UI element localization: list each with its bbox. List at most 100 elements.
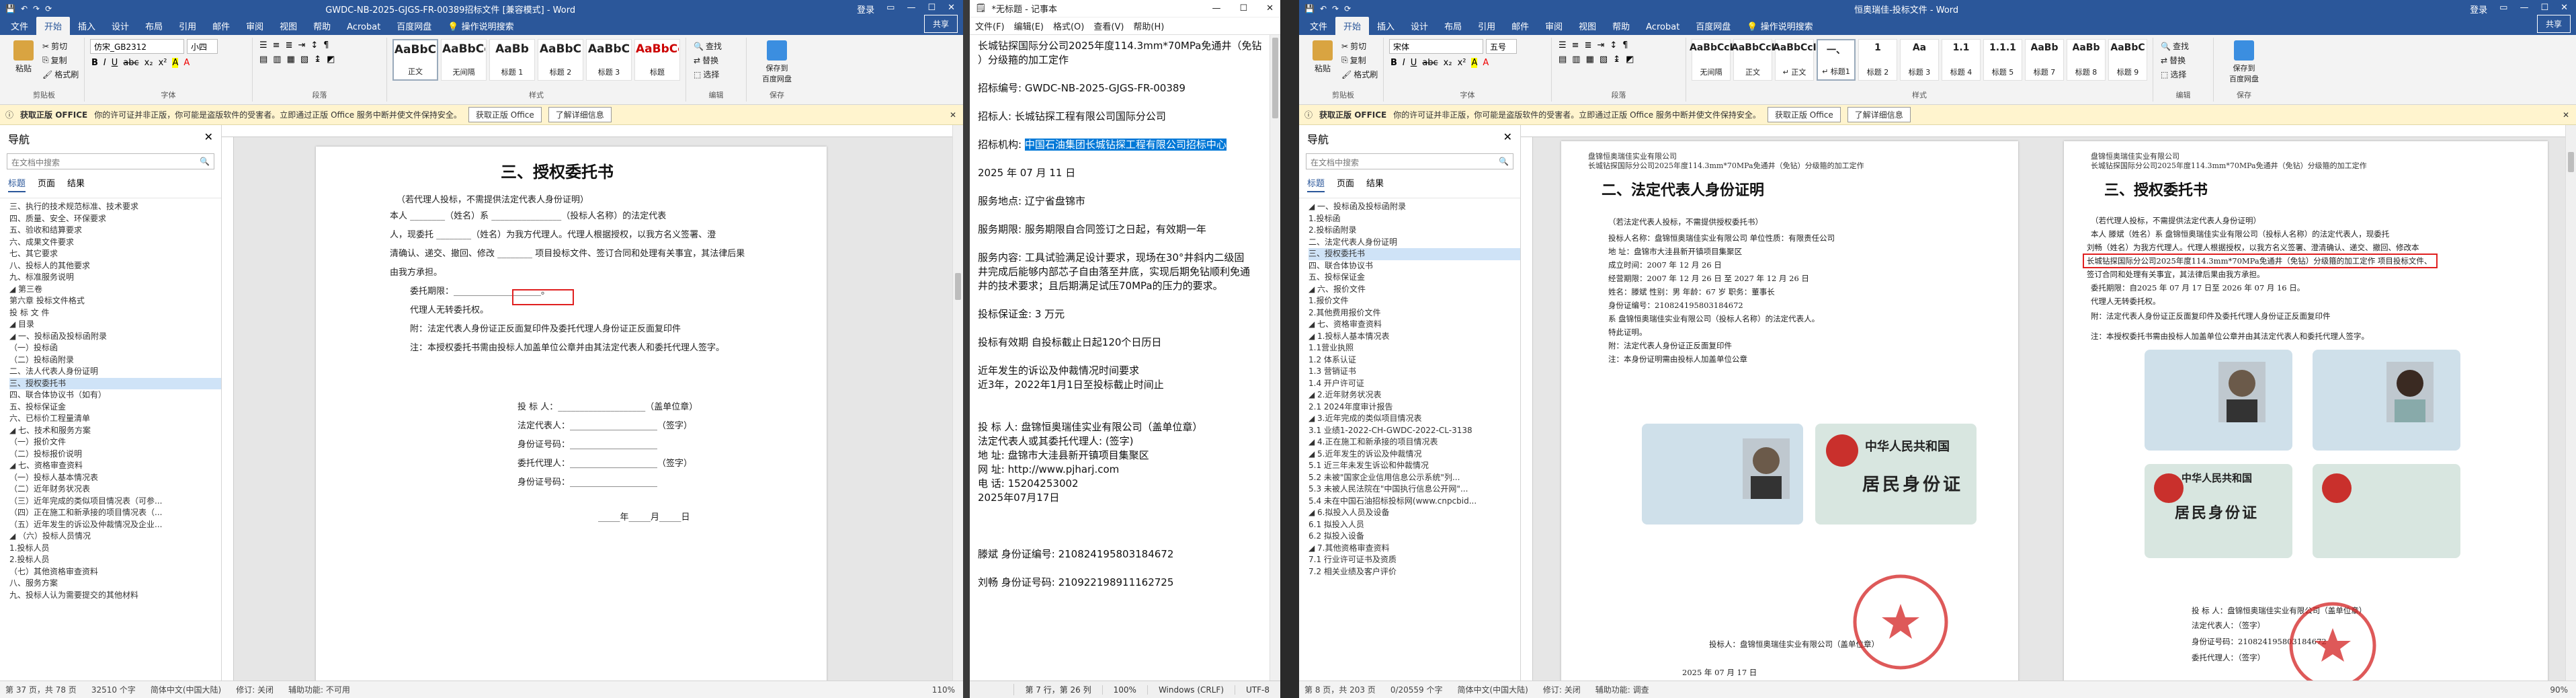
strikethrough-button[interactable]: abc [1422,58,1438,68]
redo-icon[interactable]: ↷ [1332,4,1339,13]
ribbon-display-icon[interactable]: ▭ [2499,3,2507,15]
nav-search-input[interactable]: 在文档中搜索 🔍 [7,153,214,169]
nav-heading-item[interactable]: 6.2 拟投入设备 [1308,531,1520,543]
nav-heading-item[interactable]: （三）近年完成的类似项目情况表（可参... [9,496,221,508]
page-count[interactable]: 第 37 页，共 78 页 [5,684,77,695]
font-size-box[interactable]: 小四 [187,39,218,54]
nav-heading-item[interactable]: ◢ 一、投标函及投标函附录 [9,331,221,343]
nav-heading-item[interactable]: ◢ 七、资格审查资料 [9,460,221,472]
tab-review[interactable]: 审阅 [1537,17,1571,35]
align-left-icon[interactable]: ▤ [259,54,267,65]
minimize-button[interactable]: — [1205,3,1227,13]
style-item[interactable]: 一、 ↵ 标题1 [1817,39,1856,81]
word-count[interactable]: 32510 个字 [91,684,136,695]
nav-heading-item[interactable]: 五、验收和结算要求 [9,225,221,237]
get-genuine-button[interactable]: 获取正版 Office [468,107,542,122]
redo-icon[interactable]: ↷ [33,4,40,13]
find-button[interactable]: 🔍 查找 [2159,39,2208,53]
subscript-button[interactable]: x₂ [144,58,153,68]
maximize-button[interactable]: ☐ [2540,3,2548,15]
style-item[interactable]: AaBbCcI 正文 [1731,39,1774,81]
nav-heading-item[interactable]: （一）投标函 [9,342,221,354]
nav-heading-item[interactable]: 3.1 业绩1-2022-CH-GWDC-2022-CL-3138 [1308,425,1520,437]
close-icon[interactable]: ✕ [1503,130,1512,147]
nav-heading-item[interactable]: （五）近年发生的诉讼及仲裁情况及企业... [9,519,221,531]
tab-home[interactable]: 开始 [1335,17,1370,35]
shading-icon[interactable]: ◩ [1626,54,1634,65]
nav-heading-item[interactable]: 八、投标人的其他要求 [9,260,221,272]
close-button[interactable]: ✕ [948,3,955,15]
close-icon[interactable]: ✕ [950,110,963,120]
tab-acrobat[interactable]: Acrobat [339,20,388,35]
line-spacing-icon[interactable]: ↨ [1613,54,1620,65]
nav-heading-item[interactable]: ◢ 一、投标函及投标函附录 [1308,201,1520,213]
nav-heading-item[interactable]: （四）正在施工和新承接的项目情况表（... [9,507,221,519]
nav-heading-item[interactable]: 1.投标人员 [9,543,221,555]
track-changes-status[interactable]: 修订: 关闭 [236,684,274,695]
align-right-icon[interactable]: ▦ [1586,54,1594,65]
share-button[interactable]: 共享 [923,15,958,33]
replace-button[interactable]: ⇄ 替换 [692,53,741,67]
cut-button[interactable]: ✂ 剪切 [1339,39,1380,53]
nav-tab-results[interactable]: 结果 [1366,176,1384,192]
tab-home[interactable]: 开始 [36,17,71,35]
nav-heading-item[interactable]: ◢ 2.近年财务状况表 [1308,389,1520,401]
vertical-scrollbar[interactable] [1270,35,1280,681]
learn-more-button[interactable]: 了解详细信息 [1847,107,1911,122]
justify-icon[interactable]: ▧ [1599,54,1608,65]
ribbon-display-icon[interactable]: ▭ [886,3,895,15]
nav-heading-item[interactable]: ◢ 7.其他资格审查资料 [1308,543,1520,555]
tell-me-search[interactable]: 💡 操作说明搜索 [1739,17,1821,35]
nav-heading-item[interactable]: 2.投标函附录 [1308,225,1520,237]
nav-heading-item[interactable]: ◢ 5.近年发生的诉讼及仲裁情况 [1308,449,1520,461]
sign-in-link[interactable]: 登录 [857,3,874,15]
nav-heading-item[interactable]: ◢ 第三卷 [9,284,221,296]
nav-heading-item[interactable]: 三、授权委托书 [9,377,221,389]
nav-heading-item[interactable]: 四、联合体协议书 [1308,260,1520,272]
nav-heading-item[interactable]: 六、成果文件要求 [9,237,221,249]
underline-button[interactable]: U [1411,58,1417,68]
nav-heading-item[interactable]: 2.其他费用报价文件 [1308,307,1520,319]
text-editor[interactable]: 长城钻探国际分公司2025年度114.3mm*70MPa免通井（免钻 ）分级箍的加… [970,35,1270,681]
menu-format[interactable]: 格式(O) [1053,20,1084,32]
replace-button[interactable]: ⇄ 替换 [2159,53,2208,67]
superscript-button[interactable]: x² [1458,58,1466,68]
word-count[interactable]: 0/20559 个字 [1390,684,1443,695]
nav-heading-item[interactable]: （二）近年财务状况表 [9,483,221,496]
style-item[interactable]: AaBbC 标题 9 [2108,39,2147,81]
nav-tab-pages[interactable]: 页面 [38,176,55,192]
menu-view[interactable]: 查看(V) [1093,20,1124,32]
nav-heading-item[interactable]: 1.报价文件 [1308,295,1520,307]
nav-heading-item[interactable]: 5.1 近三年未发生诉讼和仲裁情况 [1308,460,1520,472]
tab-design[interactable]: 设计 [103,17,137,35]
close-icon[interactable]: ✕ [204,130,213,147]
accessibility-status[interactable]: 辅助功能: 不可用 [288,684,350,695]
nav-heading-item[interactable]: 1.1营业执照 [1308,342,1520,354]
nav-tab-results[interactable]: 结果 [67,176,85,192]
save-icon[interactable]: 💾 [5,4,15,13]
align-left-icon[interactable]: ▤ [1559,54,1567,65]
nav-heading-item[interactable]: （一）投标人基本情况表 [9,472,221,484]
nav-heading-item[interactable]: ◢ 3.近年完成的类似项目情况表 [1308,413,1520,425]
font-color-button[interactable]: A [1483,58,1489,68]
tell-me-search[interactable]: 💡 操作说明搜索 [440,17,522,35]
nav-heading-item[interactable]: 第六章 投标文件格式 [9,295,221,307]
nav-heading-item[interactable]: 5.2 未被"国家企业信用信息公示系统"列... [1308,472,1520,484]
refresh-icon[interactable]: ⟳ [45,4,52,13]
zoom-level[interactable]: 110% [932,685,963,695]
menu-help[interactable]: 帮助(H) [1133,20,1164,32]
nav-heading-item[interactable]: 三、授权委托书 [1308,248,1520,260]
nav-heading-item[interactable]: 7.2 相关业绩及客户评价 [1308,566,1520,578]
nav-heading-item[interactable]: 二、法定代表人身份证明 [1308,237,1520,249]
nav-heading-item[interactable]: 二、法人代表人身份证明 [9,366,221,378]
undo-icon[interactable]: ↶ [21,4,28,13]
share-button[interactable]: 共享 [2536,15,2571,33]
nav-heading-item[interactable]: （一）报价文件 [9,436,221,449]
nav-heading-item[interactable]: ◢ 1.投标人基本情况表 [1308,331,1520,343]
language[interactable]: 简体中文(中国大陆) [151,684,221,695]
menu-edit[interactable]: 编辑(E) [1014,20,1044,32]
tab-baidu[interactable]: 百度网盘 [1688,17,1739,35]
nav-heading-item[interactable]: ◢ 目录 [9,319,221,331]
italic-button[interactable]: I [1403,58,1405,68]
justify-icon[interactable]: ▧ [300,54,308,65]
